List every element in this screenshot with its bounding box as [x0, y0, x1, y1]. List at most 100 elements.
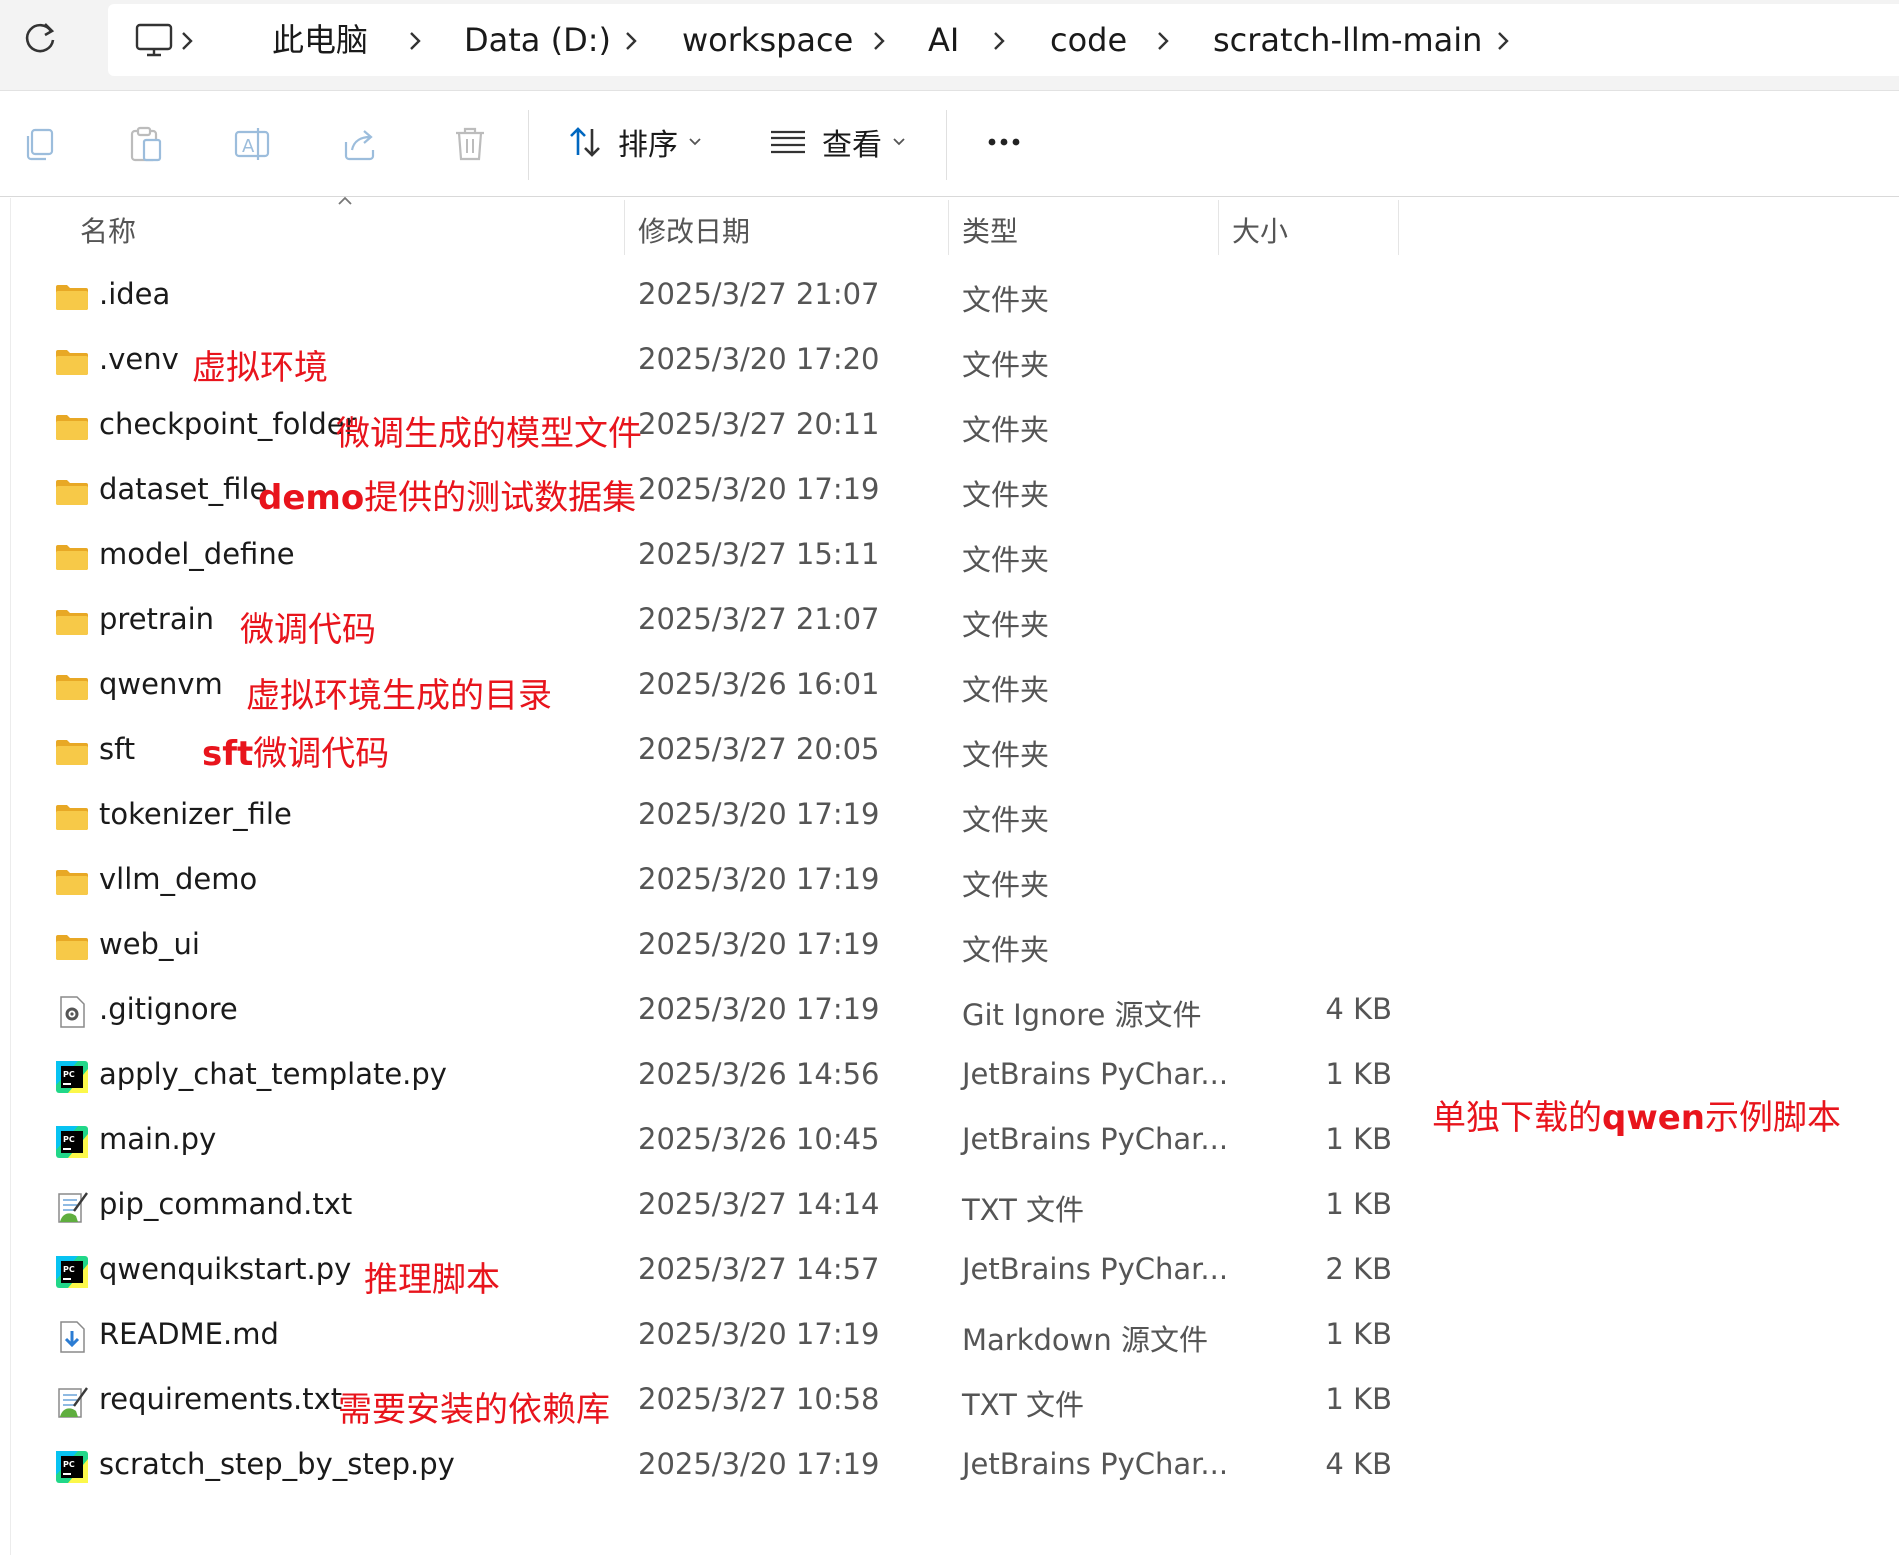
- file-row[interactable]: model_define 2025/3/27 15:11 文件夹: [12, 525, 1412, 589]
- column-header-name[interactable]: 名称: [80, 210, 136, 250]
- file-row[interactable]: vllm_demo 2025/3/20 17:19 文件夹: [12, 850, 1412, 914]
- text-file-icon: [54, 1189, 90, 1225]
- file-type: 文件夹: [962, 413, 1050, 447]
- file-type: 文件夹: [962, 868, 1050, 902]
- file-row[interactable]: README.md 2025/3/20 17:19 Markdown 源文件 1 KB: [12, 1305, 1412, 1369]
- file-size: 1 KB: [1325, 1382, 1392, 1416]
- modified-date: 2025/3/26 14:56: [638, 1057, 880, 1091]
- sort-icon: [570, 127, 600, 157]
- file-row[interactable]: pretrain 2025/3/27 21:07 文件夹: [12, 590, 1412, 654]
- modified-date: 2025/3/27 10:58: [638, 1382, 880, 1416]
- file-type: 文件夹: [962, 933, 1050, 967]
- file-size: 4 KB: [1325, 1447, 1392, 1481]
- column-header-size[interactable]: 大小: [1232, 210, 1288, 250]
- modified-date: 2025/3/27 21:07: [638, 277, 880, 311]
- chevron-down-icon: [689, 138, 701, 146]
- breadcrumb-ai[interactable]: AI: [928, 20, 959, 60]
- breadcrumb[interactable]: 此电脑 Data (D:) workspace AI code scratch-…: [108, 4, 1899, 76]
- file-name: .venv: [99, 342, 179, 376]
- file-row[interactable]: PC apply_chat_template.py 2025/3/26 14:56 J…: [12, 1045, 1412, 1109]
- annotation-sft: sft微调代码: [202, 726, 389, 775]
- svg-text:PC: PC: [63, 1460, 75, 1469]
- column-divider[interactable]: [624, 200, 625, 255]
- svg-text:PC: PC: [63, 1135, 75, 1144]
- file-row[interactable]: pip_command.txt 2025/3/27 14:14 TXT 文件 1 KB: [12, 1175, 1412, 1239]
- modified-date: 2025/3/26 16:01: [638, 667, 880, 701]
- rename-icon[interactable]: A: [232, 124, 272, 164]
- modified-date: 2025/3/27 14:57: [638, 1252, 880, 1286]
- view-button[interactable]: 查看: [768, 114, 906, 170]
- share-icon[interactable]: [340, 124, 380, 164]
- breadcrumb-code[interactable]: code: [1050, 20, 1127, 60]
- file-size: 1 KB: [1325, 1317, 1392, 1351]
- file-row[interactable]: PC scratch_step_by_step.py 2025/3/20 17:19…: [12, 1435, 1412, 1499]
- address-bar: 此电脑 Data (D:) workspace AI code scratch-…: [0, 0, 1899, 91]
- modified-date: 2025/3/20 17:19: [638, 797, 880, 831]
- copy-icon[interactable]: [20, 124, 60, 164]
- modified-date: 2025/3/20 17:20: [638, 342, 880, 376]
- file-row[interactable]: PC qwenquikstart.py 2025/3/27 14:57 JetBrai…: [12, 1240, 1412, 1304]
- chevron-right-icon[interactable]: [1152, 26, 1174, 56]
- pycharm-icon: PC: [54, 1254, 90, 1290]
- chevron-right-icon[interactable]: [868, 26, 890, 56]
- file-row[interactable]: requirements.txt 2025/3/27 10:58 TXT 文件 1 K…: [12, 1370, 1412, 1434]
- chevron-right-icon[interactable]: [620, 26, 642, 56]
- file-name: checkpoint_folder: [99, 407, 357, 441]
- file-name: sft: [99, 732, 136, 766]
- breadcrumb-this-pc[interactable]: 此电脑: [272, 20, 368, 60]
- file-row[interactable]: dataset_file 2025/3/20 17:19 文件夹: [12, 460, 1412, 524]
- file-row[interactable]: .idea 2025/3/27 21:07 文件夹: [12, 265, 1412, 329]
- file-type: 文件夹: [962, 348, 1050, 382]
- refresh-icon[interactable]: [18, 16, 62, 60]
- modified-date: 2025/3/20 17:19: [638, 862, 880, 896]
- chevron-right-icon[interactable]: [1492, 26, 1514, 56]
- column-header-type[interactable]: 类型: [962, 210, 1018, 250]
- file-name: README.md: [99, 1317, 279, 1351]
- file-row[interactable]: .gitignore 2025/3/20 17:19 Git Ignore 源文件 4…: [12, 980, 1412, 1044]
- modified-date: 2025/3/20 17:19: [638, 1317, 880, 1351]
- chevron-right-icon[interactable]: [404, 26, 426, 56]
- delete-icon[interactable]: [450, 124, 490, 164]
- file-name: dataset_file: [99, 472, 268, 506]
- file-type: 文件夹: [962, 673, 1050, 707]
- file-name: main.py: [99, 1122, 217, 1156]
- file-row[interactable]: checkpoint_folder 2025/3/27 20:11 文件夹: [12, 395, 1412, 459]
- computer-icon[interactable]: [132, 18, 176, 62]
- file-row[interactable]: PC main.py 2025/3/26 10:45 JetBrains PyChar…: [12, 1110, 1412, 1174]
- folder-icon: [54, 929, 90, 965]
- column-divider[interactable]: [1398, 200, 1399, 255]
- breadcrumb-scratch-llm-main[interactable]: scratch-llm-main: [1213, 20, 1482, 60]
- file-name: tokenizer_file: [99, 797, 292, 831]
- sort-button[interactable]: 排序: [566, 114, 702, 170]
- paste-icon[interactable]: [126, 124, 166, 164]
- svg-text:PC: PC: [63, 1070, 75, 1079]
- annotation-qwenvm: 虚拟环境生成的目录: [246, 676, 552, 716]
- chevron-right-icon[interactable]: [176, 26, 198, 56]
- annotation-pretrain: 微调代码: [240, 610, 376, 650]
- annotation-venv: 虚拟环境: [192, 348, 328, 388]
- more-options-icon[interactable]: [980, 122, 1030, 162]
- text-file-icon: [54, 1384, 90, 1420]
- breadcrumb-workspace[interactable]: workspace: [682, 20, 853, 60]
- file-row[interactable]: tokenizer_file 2025/3/20 17:19 文件夹: [12, 785, 1412, 849]
- file-row[interactable]: qwenvm 2025/3/26 16:01 文件夹: [12, 655, 1412, 719]
- modified-date: 2025/3/20 17:19: [638, 1447, 880, 1481]
- column-divider[interactable]: [948, 200, 949, 255]
- file-name: .gitignore: [99, 992, 238, 1026]
- column-header-date[interactable]: 修改日期: [638, 210, 750, 250]
- chevron-down-icon: [893, 138, 905, 146]
- breadcrumb-data-drive[interactable]: Data (D:): [464, 20, 611, 60]
- file-row[interactable]: web_ui 2025/3/20 17:19 文件夹: [12, 915, 1412, 979]
- file-type: JetBrains PyChar...: [962, 1252, 1229, 1286]
- file-type: JetBrains PyChar...: [962, 1122, 1229, 1156]
- svg-text:A: A: [242, 136, 255, 157]
- modified-date: 2025/3/26 10:45: [638, 1122, 880, 1156]
- column-divider[interactable]: [1218, 200, 1219, 255]
- file-type: 文件夹: [962, 478, 1050, 512]
- file-type: TXT 文件: [962, 1388, 1085, 1422]
- file-name: vllm_demo: [99, 862, 258, 896]
- view-list-icon: [771, 130, 805, 154]
- annotation-qwen-post: 示例脚本: [1705, 1098, 1842, 1138]
- chevron-right-icon[interactable]: [988, 26, 1010, 56]
- file-name: pretrain: [99, 602, 215, 636]
